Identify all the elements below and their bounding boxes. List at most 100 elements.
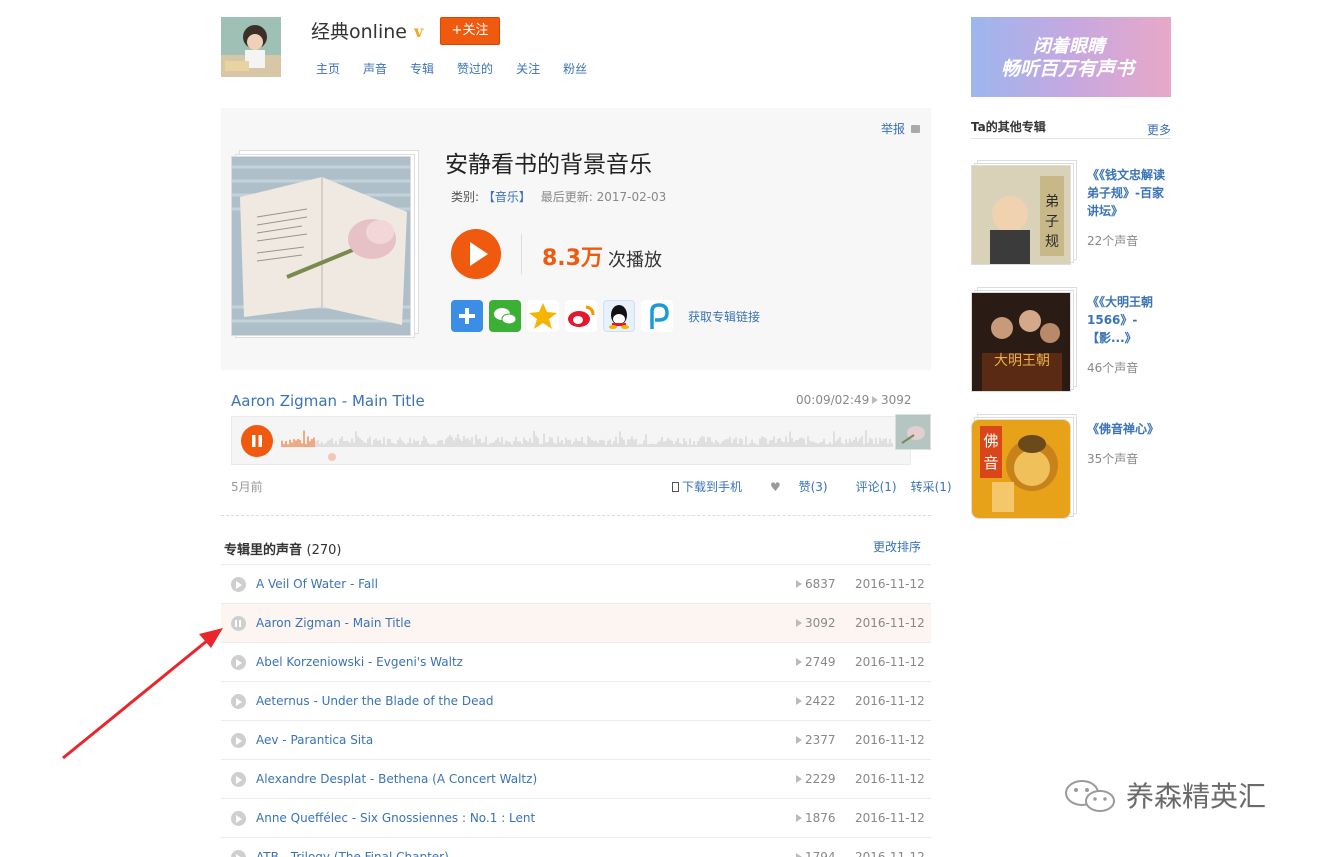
waveform[interactable]: [232, 417, 912, 466]
track-list-title: 专辑里的声音 (270): [224, 539, 342, 558]
track-date: 2016-11-12: [855, 655, 925, 669]
divider: [521, 234, 522, 274]
profile-nav: 主页 声音 专辑 赞过的 关注 粉丝: [316, 60, 610, 77]
qzone-icon[interactable]: [527, 300, 559, 332]
track-actions: 下载到手机 ♥ 赞(3) 评论(1) 转采(1): [672, 478, 966, 495]
side-album-cover-1[interactable]: 弟子规: [971, 165, 1071, 265]
wechat-icon[interactable]: [489, 300, 521, 332]
nav-following[interactable]: 关注: [516, 60, 540, 77]
play-circle-icon[interactable]: [231, 577, 246, 592]
side-album-name-1[interactable]: 《《钱文忠解读弟子规》-百家讲坛》: [1087, 166, 1167, 220]
play-circle-icon[interactable]: [231, 733, 246, 748]
track-date: 2016-11-12: [855, 616, 925, 630]
track-play-count: 2422: [796, 694, 836, 708]
other-albums-title: Ta的其他专辑: [971, 120, 1046, 134]
svg-text:佛: 佛: [983, 432, 998, 450]
track-date: 2016-11-12: [855, 772, 925, 786]
play-circle-icon[interactable]: [231, 655, 246, 670]
track-row[interactable]: Alexandre Desplat - Bethena (A Concert W…: [221, 759, 931, 798]
report-link[interactable]: 举报: [881, 120, 920, 137]
track-play-count: 2377: [796, 733, 836, 747]
like-button[interactable]: ♥ 赞(3): [770, 478, 842, 495]
wechat-watermark-icon: [1065, 780, 1115, 812]
side-album-cover-2[interactable]: 大明王朝: [971, 292, 1071, 392]
play-album-button[interactable]: [451, 229, 501, 279]
category-link[interactable]: 【音乐】: [483, 190, 531, 204]
track-date: 2016-11-12: [855, 811, 925, 825]
pause-button[interactable]: [241, 425, 273, 457]
username[interactable]: 经典online: [311, 17, 407, 44]
track-play-count: 2749: [796, 655, 836, 669]
side-album-count-3: 35个声音: [1087, 452, 1139, 466]
banner-line2: 畅听百万有声书: [1001, 58, 1135, 80]
user-avatar[interactable]: [221, 17, 281, 77]
side-album-cover-3[interactable]: 佛音: [971, 419, 1071, 519]
play-count: 8.3万: [542, 246, 603, 271]
play-count-icon: [872, 396, 878, 404]
nav-fans[interactable]: 粉丝: [563, 60, 587, 77]
track-play-count: 2229: [796, 772, 836, 786]
svg-text:规: 规: [1045, 234, 1059, 250]
side-album-name-2[interactable]: 《《大明王朝1566》-【影...》: [1087, 293, 1167, 347]
section-divider: [221, 515, 931, 516]
plus-share-icon[interactable]: [451, 300, 483, 332]
report-label: 举报: [881, 122, 906, 136]
weibo-icon[interactable]: [565, 300, 597, 332]
track-name[interactable]: Abel Korzeniowski - Evgeni's Waltz: [256, 655, 463, 669]
nav-liked[interactable]: 赞过的: [457, 60, 493, 77]
svg-text:大明王朝: 大明王朝: [994, 353, 1050, 369]
track-name[interactable]: Aeternus - Under the Blade of the Dead: [256, 694, 493, 708]
watermark: 养森精英汇: [1060, 775, 1266, 815]
qq-icon[interactable]: [603, 300, 635, 332]
track-row[interactable]: Aev - Parantica Sita 2377 2016-11-12: [221, 720, 931, 759]
watermark-text: 养森精英汇: [1126, 780, 1267, 813]
follow-button[interactable]: +关注: [440, 17, 500, 45]
sidebar-divider: [971, 138, 1171, 139]
nav-home[interactable]: 主页: [316, 60, 340, 77]
side-album-count-1: 22个声音: [1087, 234, 1139, 248]
track-name[interactable]: A Veil Of Water - Fall: [256, 577, 378, 591]
track-count: (270): [306, 543, 342, 558]
pengyou-icon[interactable]: [641, 300, 673, 332]
repost-button[interactable]: 转采(1): [911, 478, 952, 495]
play-circle-icon[interactable]: [231, 694, 246, 709]
play-circle-icon[interactable]: [231, 850, 246, 857]
track-row[interactable]: A Veil Of Water - Fall 6837 2016-11-12: [221, 564, 931, 603]
track-name[interactable]: Alexandre Desplat - Bethena (A Concert W…: [256, 772, 537, 786]
track-row[interactable]: Aaron Zigman - Main Title 3092 2016-11-12: [221, 603, 931, 642]
share-row: [451, 300, 673, 332]
track-name[interactable]: ATB - Trilogy (The Final Chapter): [256, 850, 449, 857]
svg-text:弟: 弟: [1045, 194, 1059, 210]
waveform-seekbar[interactable]: [231, 416, 911, 465]
play-circle-icon[interactable]: [231, 772, 246, 787]
more-link[interactable]: 更多: [1147, 121, 1171, 138]
audiobook-banner[interactable]: 闭着眼睛 畅听百万有声书: [971, 17, 1171, 97]
current-track-name[interactable]: Aaron Zigman - Main Title: [231, 392, 425, 410]
get-album-link[interactable]: 获取专辑链接: [688, 308, 760, 325]
play-circle-icon[interactable]: [231, 811, 246, 826]
track-list: A Veil Of Water - Fall 6837 2016-11-12 Aaro…: [221, 564, 931, 857]
track-row[interactable]: Abel Korzeniowski - Evgeni's Waltz 2749 20…: [221, 642, 931, 681]
nav-sounds[interactable]: 声音: [363, 60, 387, 77]
svg-text:音: 音: [983, 454, 998, 472]
published-ago: 5月前: [231, 480, 263, 494]
last-updated: 最后更新: 2017-02-03: [540, 190, 667, 204]
category-label: 类别:: [451, 190, 480, 204]
red-arrow-annotation: [62, 628, 223, 760]
track-name[interactable]: Aev - Parantica Sita: [256, 733, 373, 747]
nav-albums[interactable]: 专辑: [410, 60, 434, 77]
download-to-phone[interactable]: 下载到手机: [672, 478, 756, 495]
verified-badge-icon: v: [414, 22, 424, 41]
track-row[interactable]: Aeternus - Under the Blade of the Dead 24…: [221, 681, 931, 720]
track-play-count: 1794: [796, 850, 836, 857]
track-list-title-text: 专辑里的声音: [224, 543, 303, 558]
album-cover: [231, 156, 411, 336]
pause-circle-icon[interactable]: [231, 616, 246, 631]
comment-button[interactable]: 评论(1): [856, 478, 897, 495]
side-album-name-3[interactable]: 《佛音禅心》: [1087, 420, 1167, 438]
change-order-link[interactable]: 更改排序: [873, 538, 921, 555]
track-row[interactable]: ATB - Trilogy (The Final Chapter) 1794 201…: [221, 837, 931, 857]
track-name[interactable]: Aaron Zigman - Main Title: [256, 616, 411, 630]
track-name[interactable]: Anne Queffélec - Six Gnossiennes : No.1 …: [256, 811, 535, 825]
track-row[interactable]: Anne Queffélec - Six Gnossiennes : No.1 …: [221, 798, 931, 837]
